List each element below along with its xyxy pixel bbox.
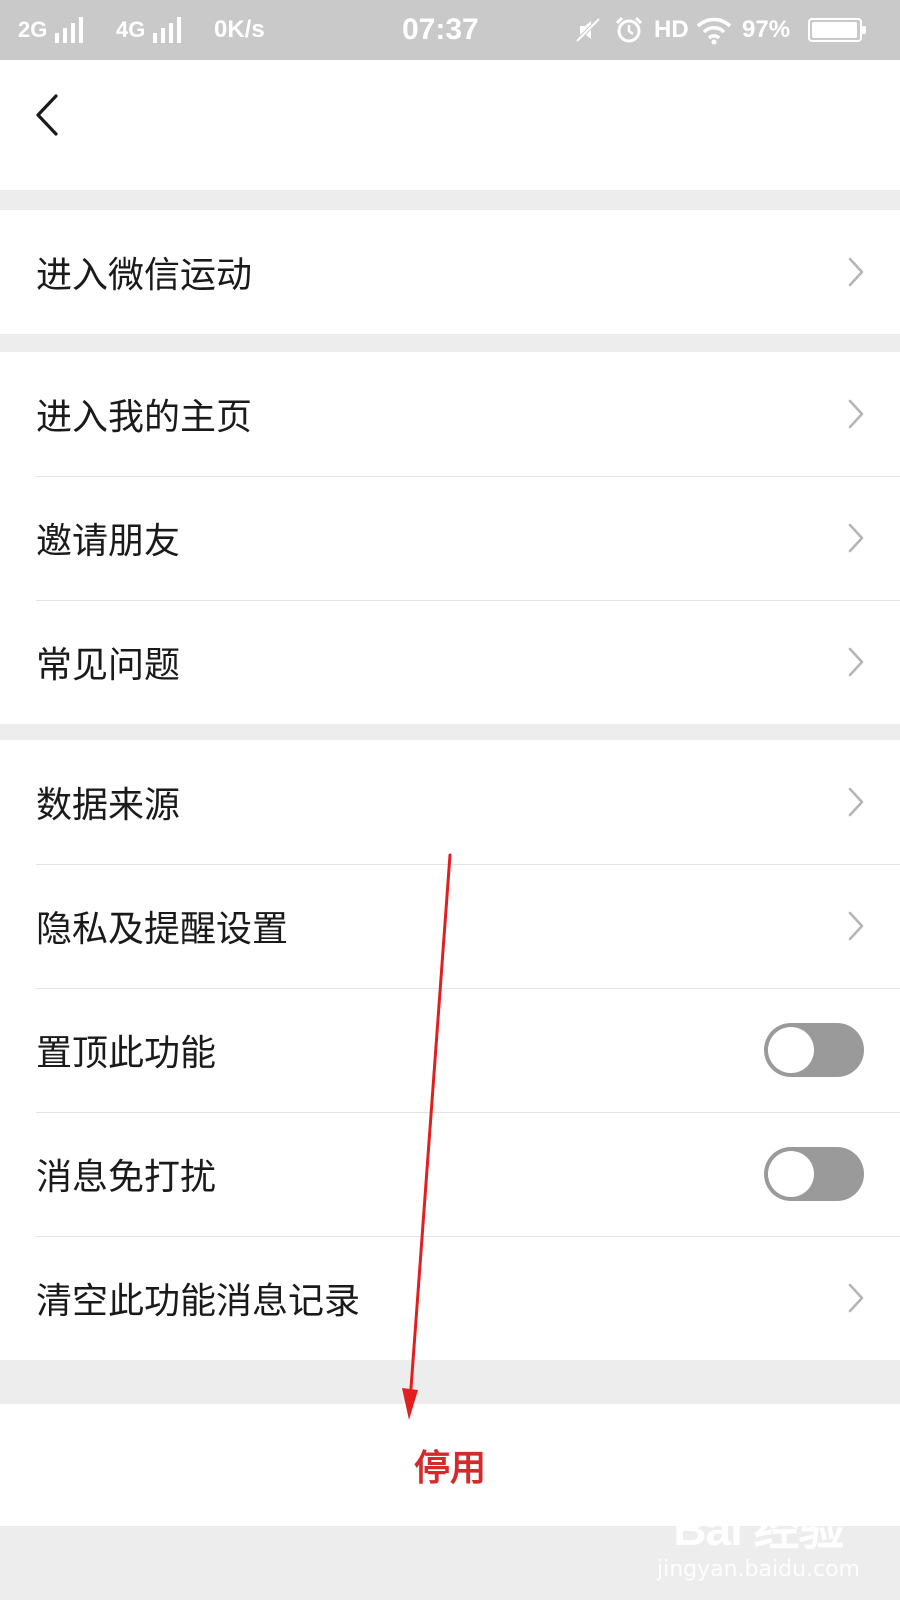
chevron-left-icon xyxy=(36,94,58,136)
settings-cell-label: 邀请朋友 xyxy=(36,521,181,562)
chevron-right-icon xyxy=(848,787,864,817)
settings-cell[interactable]: 进入我的主页 xyxy=(0,352,900,476)
toggle-switch[interactable] xyxy=(764,1147,864,1201)
navigation-bar xyxy=(0,60,900,190)
status-bar: 2G 4G 0K/s 07:37 HD 97% xyxy=(0,0,900,60)
settings-cell-label: 数据来源 xyxy=(36,785,181,826)
network-2g: 2G xyxy=(18,0,84,60)
stop-button[interactable]: 停用 xyxy=(414,1439,486,1491)
settings-cell[interactable]: 消息免打扰 xyxy=(0,1112,900,1236)
settings-cell-label: 隐私及提醒设置 xyxy=(36,909,289,950)
hd-label: HD xyxy=(654,16,689,43)
battery-percent: 97% xyxy=(742,16,791,43)
settings-cell[interactable]: 隐私及提醒设置 xyxy=(0,864,900,988)
settings-cell[interactable]: 数据来源 xyxy=(0,740,900,864)
settings-cell[interactable]: 进入微信运动 xyxy=(0,210,900,334)
back-button[interactable] xyxy=(28,90,68,140)
toggle-knob xyxy=(768,1151,814,1197)
toggle-switch[interactable] xyxy=(764,1023,864,1077)
chevron-right-icon xyxy=(848,257,864,287)
settings-group: 数据来源隐私及提醒设置 置顶此功能消息免打扰清空此功能消息记录 xyxy=(0,740,900,1360)
battery-shell xyxy=(808,18,866,42)
settings-group: 进入微信运动 xyxy=(0,210,900,334)
signal-bars-icon xyxy=(55,17,84,43)
network-4g: 4G xyxy=(116,0,182,60)
network-2g-label: 2G xyxy=(18,17,48,42)
clock: 07:37 xyxy=(402,13,479,46)
settings-cell-label: 清空此功能消息记录 xyxy=(36,1281,361,1322)
network-4g-label: 4G xyxy=(116,17,146,42)
settings-cell-label: 消息免打扰 xyxy=(36,1157,217,1198)
signal-bars-icon xyxy=(153,17,182,43)
mute-icon xyxy=(574,0,602,60)
chevron-right-icon xyxy=(848,911,864,941)
watermark-url: jingyan.baidu.com xyxy=(656,1557,860,1582)
alarm-icon xyxy=(614,0,644,60)
network-speed: 0K/s xyxy=(214,16,265,43)
chevron-right-icon xyxy=(848,399,864,429)
watermark-brand: Bai 经验 xyxy=(673,1503,844,1555)
chevron-right-icon xyxy=(848,1283,864,1313)
battery-fill xyxy=(812,22,857,38)
settings-cell-label: 置顶此功能 xyxy=(36,1033,217,1074)
wifi-icon xyxy=(696,0,732,60)
battery-icon xyxy=(808,0,866,60)
chevron-right-icon xyxy=(848,647,864,677)
settings-cell-label: 常见问题 xyxy=(36,645,181,686)
settings-cell-label: 进入微信运动 xyxy=(36,255,253,296)
toggle-knob xyxy=(768,1027,814,1073)
settings-cell[interactable]: 常见问题 xyxy=(0,600,900,724)
settings-cell[interactable]: 邀请朋友 xyxy=(0,476,900,600)
settings-cell[interactable]: 置顶此功能 xyxy=(0,988,900,1112)
baidu-jingyan-watermark: Bai 经验 jingyan.baidu.com xyxy=(657,1493,860,1582)
settings-group: 进入我的主页 邀请朋友常见问题 xyxy=(0,352,900,724)
settings-cell[interactable]: 清空此功能消息记录 xyxy=(0,1236,900,1360)
settings-cell-label: 进入我的主页 xyxy=(36,397,253,438)
chevron-right-icon xyxy=(848,523,864,553)
